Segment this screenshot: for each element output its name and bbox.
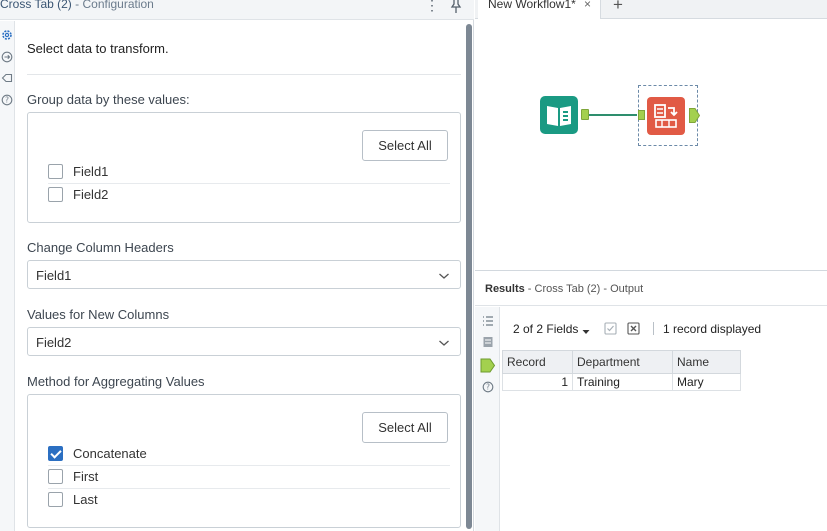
group-field-field2[interactable]: Field2: [48, 184, 448, 206]
configuration-header: Cross Tab (2) - Configuration ⋮: [0, 0, 474, 20]
output-anchor-icon[interactable]: [480, 358, 496, 373]
cross-tab-tool[interactable]: [647, 97, 685, 135]
column-headers-label: Change Column Headers: [27, 240, 174, 255]
tab-title: New Workflow1*: [488, 0, 576, 11]
column-header-name[interactable]: Name: [672, 350, 741, 374]
method-option-last[interactable]: Last: [48, 489, 448, 511]
workflow-canvas[interactable]: New Workflow1* × +: [475, 0, 827, 271]
text-input-tool[interactable]: [540, 96, 578, 134]
results-subtitle: - Cross Tab (2) - Output: [524, 283, 644, 295]
select-value: Field1: [36, 268, 72, 283]
field-label: Field1: [73, 164, 109, 179]
connection-icon[interactable]: [1, 51, 13, 63]
input-anchor[interactable]: [638, 110, 645, 120]
chevron-down-icon: [438, 336, 450, 346]
pin-icon[interactable]: [449, 0, 463, 14]
divider: [27, 74, 461, 75]
checkbox-checked[interactable]: [48, 446, 63, 461]
option-label: First: [73, 469, 99, 484]
aggregation-method-box: Select All Concatenate First Last: [27, 394, 461, 528]
results-sidebar: ?: [475, 307, 500, 531]
check-all-icon[interactable]: [604, 322, 617, 335]
help-icon[interactable]: ?: [482, 381, 494, 393]
method-select-all-button[interactable]: Select All: [362, 412, 448, 443]
tab-strip: New Workflow1* × +: [475, 0, 827, 19]
cross-tab-icon: [654, 104, 678, 128]
book-icon: [547, 106, 571, 126]
option-label: Concatenate: [73, 446, 147, 461]
table-row[interactable]: 1 Training Mary: [502, 373, 741, 391]
tag-icon[interactable]: [1, 72, 13, 84]
column-header-record[interactable]: Record: [502, 350, 573, 374]
configuration-panel: Cross Tab (2) - Configuration ⋮ ? Select…: [0, 0, 474, 531]
tab-new-workflow[interactable]: New Workflow1* ×: [478, 0, 601, 19]
svg-text:?: ?: [486, 383, 490, 392]
results-table: Record Department Name 1 Training Mary: [502, 350, 741, 391]
fields-dropdown[interactable]: 2 of 2 Fields: [513, 322, 578, 336]
output-anchor[interactable]: [689, 108, 701, 123]
intro-text: Select data to transform.: [27, 41, 169, 56]
group-select-all-button[interactable]: Select All: [362, 130, 448, 161]
configuration-title: Cross Tab (2) - Configuration: [0, 0, 154, 11]
table-header-row: Record Department Name: [502, 350, 741, 374]
close-icon[interactable]: ×: [584, 0, 591, 11]
configuration-sidebar: ?: [0, 21, 15, 531]
caret-down-icon[interactable]: [582, 324, 590, 334]
results-header: Results - Cross Tab (2) - Output: [475, 272, 827, 306]
results-title: Results - Cross Tab (2) - Output: [485, 283, 643, 295]
new-columns-values-label: Values for New Columns: [27, 307, 170, 322]
column-headers-select[interactable]: Field1: [27, 260, 461, 289]
config-subtitle: - Configuration: [71, 0, 154, 11]
group-by-label: Group data by these values:: [27, 92, 190, 107]
group-by-box: Select All Field1 Field2: [27, 112, 461, 223]
help-icon[interactable]: ?: [1, 94, 13, 106]
more-options-icon[interactable]: ⋮: [425, 0, 439, 14]
checkbox[interactable]: [48, 469, 63, 484]
select-value: Field2: [36, 335, 72, 350]
table-view-icon[interactable]: [482, 336, 494, 348]
connection-line[interactable]: [589, 114, 637, 116]
results-toolbar: 2 of 2 Fields 1 record displayed: [501, 307, 827, 347]
cell-name[interactable]: Mary: [672, 373, 741, 391]
config-tool-name: Cross Tab (2): [0, 0, 72, 11]
option-label: Last: [73, 492, 98, 507]
method-option-first[interactable]: First: [48, 466, 448, 488]
list-icon[interactable]: [482, 315, 494, 327]
cell-record[interactable]: 1: [502, 373, 573, 391]
new-columns-values-select[interactable]: Field2: [27, 327, 461, 356]
configuration-body: Select data to transform. Group data by …: [15, 21, 464, 531]
toolbar-separator: [653, 322, 654, 335]
aggregation-method-label: Method for Aggregating Values: [27, 374, 205, 389]
results-panel: Results - Cross Tab (2) - Output ? 2 of …: [475, 272, 827, 531]
chevron-down-icon: [438, 269, 450, 279]
svg-text:?: ?: [5, 96, 9, 105]
cell-department[interactable]: Training: [572, 373, 673, 391]
results-label: Results: [485, 283, 525, 295]
checkbox[interactable]: [48, 187, 63, 202]
gear-icon[interactable]: [1, 29, 13, 41]
column-header-department[interactable]: Department: [572, 350, 673, 374]
group-field-field1[interactable]: Field1: [48, 161, 448, 183]
field-label: Field2: [73, 187, 109, 202]
new-tab-icon[interactable]: +: [608, 0, 628, 15]
records-count: 1 record displayed: [663, 322, 762, 336]
checkbox[interactable]: [48, 492, 63, 507]
output-anchor[interactable]: [581, 109, 589, 120]
method-option-concatenate[interactable]: Concatenate: [48, 443, 448, 465]
scrollbar[interactable]: [466, 24, 472, 529]
checkbox[interactable]: [48, 164, 63, 179]
clear-icon[interactable]: [627, 322, 640, 335]
